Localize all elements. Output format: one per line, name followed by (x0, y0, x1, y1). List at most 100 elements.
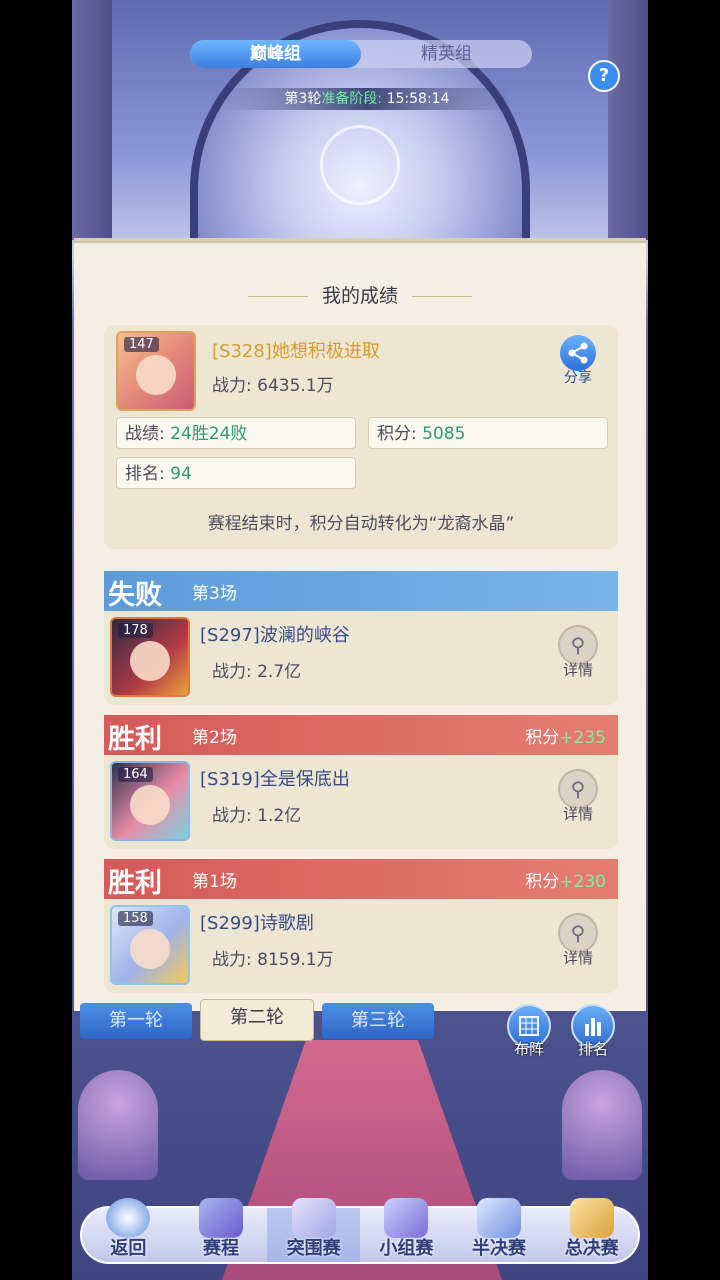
record-stat: 战绩: 24胜24败 (116, 417, 356, 449)
timer-round: 第3轮 (284, 91, 322, 107)
opponent-avatar[interactable]: 164 (110, 761, 190, 841)
nav-breakout[interactable]: 突围赛 (267, 1198, 361, 1262)
match-card: 失败 第3场 178 [S297]波澜的峡谷 战力: 2.7亿 ⚲ 详情 (104, 571, 618, 705)
opponent-name: [S297]波澜的峡谷 (200, 625, 350, 646)
tab-round-2[interactable]: 第二轮 (200, 999, 314, 1041)
rank-label: 排名: (125, 464, 165, 484)
score-value: +235 (559, 728, 606, 748)
points-label: 积分: (377, 424, 417, 444)
power-label: 战力: (212, 950, 252, 970)
match-round: 第2场 (192, 728, 237, 748)
avatar-face (130, 785, 170, 825)
back-icon (106, 1198, 151, 1238)
power-value: 8159.1万 (257, 950, 334, 970)
my-power: 战力: 6435.1万 (212, 371, 334, 396)
nav-group-stage[interactable]: 小组赛 (360, 1198, 453, 1262)
group-tabs: 巅峰组 精英组 (190, 40, 532, 68)
opponent-avatar[interactable]: 158 (110, 905, 190, 985)
tab-elite-group[interactable]: 精英组 (361, 40, 532, 68)
tab-peak-group[interactable]: 巅峰组 (190, 40, 361, 68)
game-screen: 巅峰组 精英组 ? 第3轮准备阶段: 15:58:14 我的成绩 147 [S3… (72, 0, 648, 1280)
points-stat: 积分: 5085 (368, 417, 608, 449)
score-value: +230 (559, 872, 606, 892)
share-button[interactable]: 分享 (556, 335, 600, 387)
match-card: 胜利 第2场 积分+235 164 [S319]全是保底出 战力: 1.2亿 ⚲… (104, 715, 618, 849)
match-result: 胜利 (108, 868, 162, 899)
ranking-button[interactable]: 排名 (568, 1004, 618, 1059)
results-panel: 我的成绩 147 [S328]她想积极进取 战力: 6435.1万 分享 战绩:… (74, 238, 646, 1011)
help-icon[interactable]: ? (588, 60, 620, 92)
opponent-level: 158 (118, 911, 153, 926)
avatar-face (130, 641, 170, 681)
power-label: 战力: (212, 806, 252, 826)
nav-back[interactable]: 返回 (82, 1198, 175, 1262)
opponent-avatar[interactable]: 178 (110, 617, 190, 697)
detail-button[interactable]: ⚲ 详情 (550, 913, 606, 968)
bottom-nav: 返回 赛程 突围赛 小组赛 半决赛 总决赛 (80, 1198, 640, 1264)
nav-semifinal[interactable]: 半决赛 (453, 1198, 546, 1262)
match-score: 积分+235 (525, 723, 606, 748)
avatar-face (130, 929, 170, 969)
nav-label: 突围赛 (286, 1238, 341, 1259)
group-stage-icon (384, 1198, 429, 1238)
rose-window (320, 125, 400, 205)
opponent-power: 战力: 2.7亿 (212, 657, 301, 682)
conversion-note: 赛程结束时，积分自动转化为“龙裔水晶” (207, 514, 515, 534)
score-label: 积分 (525, 872, 560, 892)
breakout-icon (291, 1198, 336, 1238)
opponent-name: [S299]诗歌剧 (200, 913, 314, 934)
record-value: 24胜24败 (170, 424, 248, 444)
round-tabs: 第一轮 第二轮 第三轮 (80, 999, 434, 1041)
share-icon (560, 335, 596, 371)
formation-button[interactable]: 布阵 (504, 1004, 554, 1059)
timer-time: 15:58:14 (386, 91, 450, 107)
my-name: [S328]她想积极进取 (212, 341, 380, 362)
avatar-face (136, 355, 176, 395)
nav-label: 总决赛 (564, 1238, 619, 1259)
detail-label: 详情 (562, 661, 593, 679)
detail-button[interactable]: ⚲ 详情 (550, 625, 606, 680)
semifinal-icon (477, 1198, 522, 1238)
tab-round-3[interactable]: 第三轮 (322, 1003, 434, 1039)
rank-value: 94 (170, 464, 192, 484)
power-label: 战力: (212, 662, 252, 682)
match-header: 胜利 第2场 积分+235 (104, 715, 618, 755)
pillar-left (72, 0, 112, 240)
nav-final[interactable]: 总决赛 (545, 1198, 638, 1262)
my-level: 147 (124, 337, 159, 352)
nav-schedule[interactable]: 赛程 (175, 1198, 268, 1262)
points-value: 5085 (422, 424, 466, 444)
power-value: 1.2亿 (257, 806, 302, 826)
match-header: 胜利 第1场 积分+230 (104, 859, 618, 899)
panel-title: 我的成绩 (74, 281, 646, 308)
match-round: 第1场 (192, 872, 237, 892)
opponent-level: 164 (118, 767, 153, 782)
schedule-icon (199, 1198, 243, 1238)
nav-label: 返回 (110, 1238, 147, 1259)
tab-round-1[interactable]: 第一轮 (80, 1003, 192, 1039)
match-card: 胜利 第1场 积分+230 158 [S299]诗歌剧 战力: 8159.1万 … (104, 859, 618, 993)
nav-label: 赛程 (203, 1238, 239, 1259)
my-avatar[interactable]: 147 (116, 331, 196, 411)
my-power-label: 战力: (212, 376, 252, 396)
power-value: 2.7亿 (257, 662, 302, 682)
match-header: 失败 第3场 (104, 571, 618, 611)
final-icon (569, 1198, 614, 1238)
score-label: 积分 (525, 728, 560, 748)
opponent-power: 战力: 8159.1万 (212, 945, 334, 970)
round-timer: 第3轮准备阶段: 15:58:14 (222, 88, 512, 110)
my-record-card: 147 [S328]她想积极进取 战力: 6435.1万 分享 战绩: 24胜2… (104, 325, 618, 549)
record-label: 战绩: (125, 424, 165, 444)
timer-stage: 准备阶段: (321, 91, 383, 107)
rank-stat: 排名: 94 (116, 457, 356, 489)
panel-title-text: 我的成绩 (321, 285, 398, 307)
nav-label: 小组赛 (379, 1238, 434, 1259)
detail-button[interactable]: ⚲ 详情 (550, 769, 606, 824)
match-result: 胜利 (108, 724, 162, 755)
pillar-right (608, 0, 648, 240)
match-score: 积分+230 (525, 867, 606, 892)
my-power-value: 6435.1万 (257, 376, 334, 396)
match-round: 第3场 (192, 584, 237, 604)
detail-label: 详情 (562, 805, 593, 823)
match-result: 失败 (108, 580, 162, 611)
